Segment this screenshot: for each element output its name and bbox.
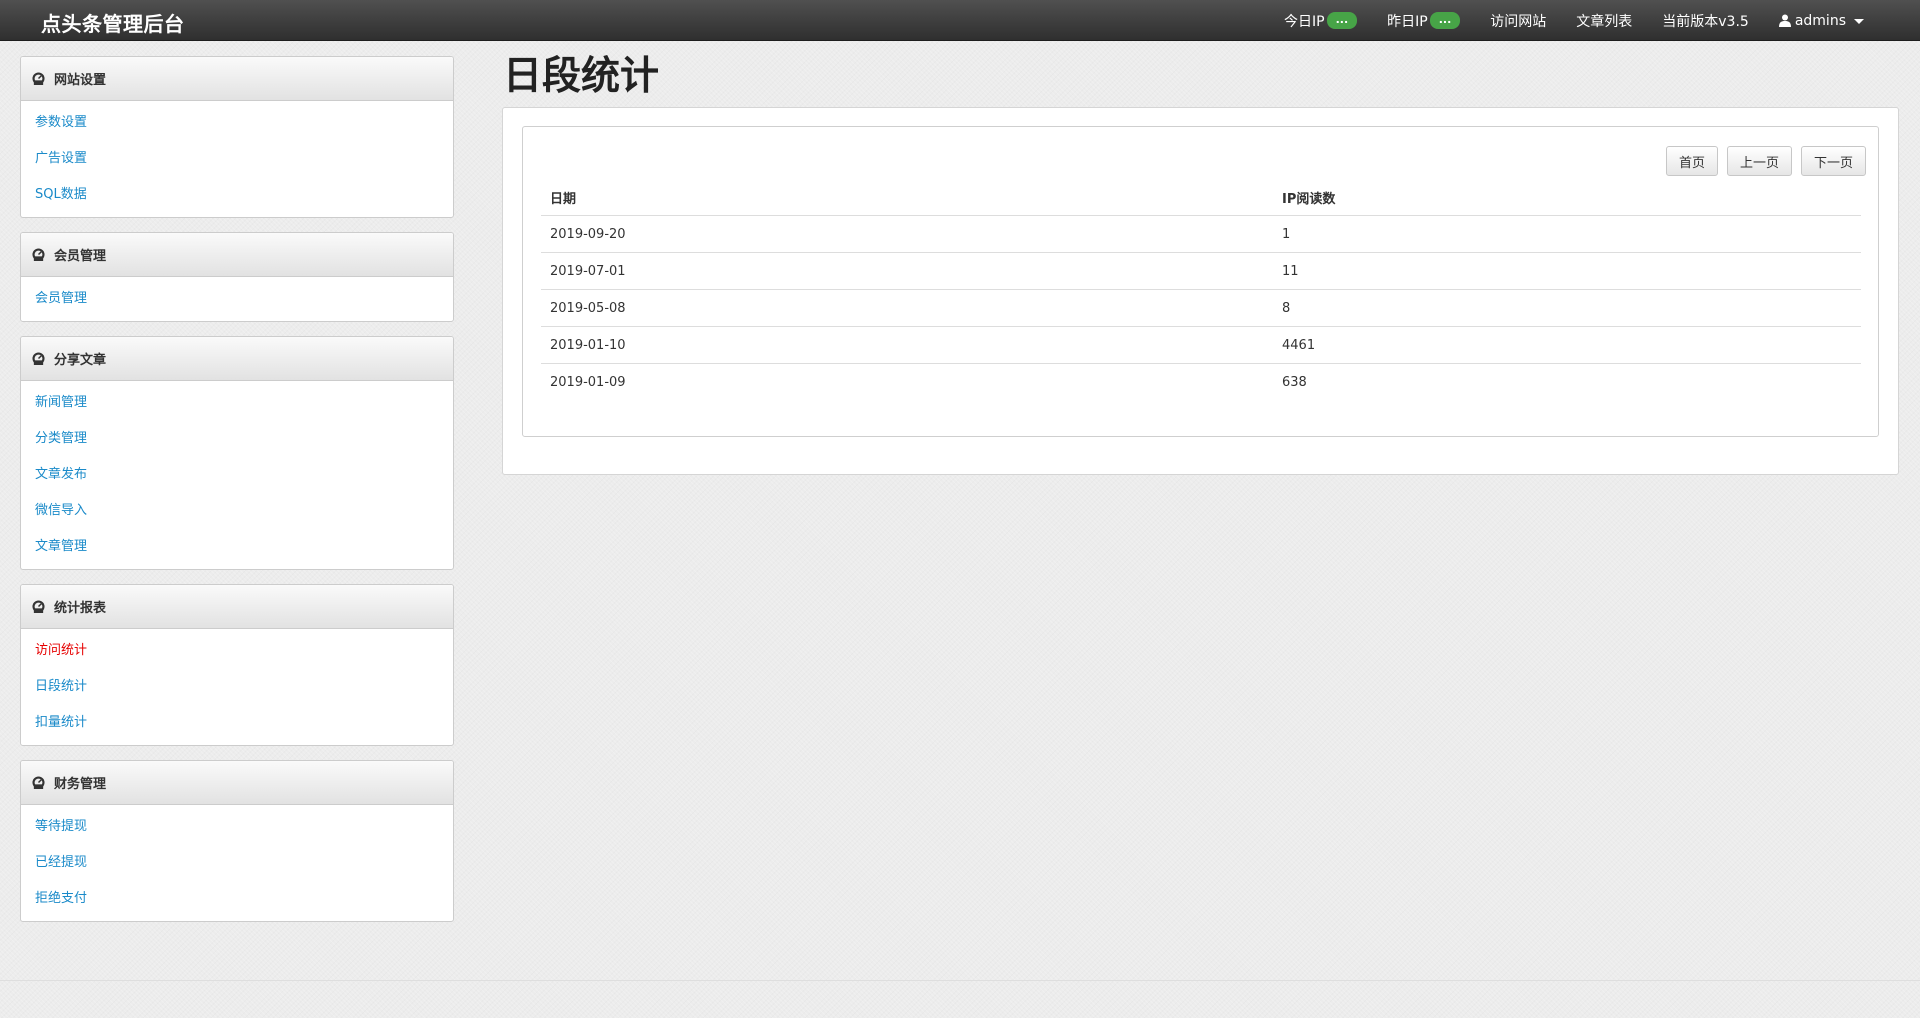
- sidebar-section-site-settings: 网站设置 参数设置 广告设置 SQL数据: [20, 56, 454, 218]
- sidebar-section-header[interactable]: 财务管理: [21, 761, 453, 805]
- cell-ip-reads: 638: [1282, 374, 1307, 390]
- table-row: 2019-01-09 638: [541, 364, 1861, 401]
- dashboard-icon: [32, 248, 45, 261]
- sidebar-item-visit-stats[interactable]: 访问统计: [21, 633, 453, 669]
- sidebar-item-news-management[interactable]: 新闻管理: [21, 385, 453, 421]
- sidebar-item-deduction-stats[interactable]: 扣量统计: [21, 705, 453, 741]
- stats-table: 日期 IP阅读数 2019-09-20 1 2019-07-01 11 2019…: [541, 179, 1861, 400]
- sidebar-section-items: 访问统计 日段统计 扣量统计: [21, 629, 453, 745]
- yesterday-ip-item[interactable]: 昨日IP ...: [1387, 11, 1461, 31]
- stats-table-panel: 首页 上一页 下一页 日期 IP阅读数 2019-09-20 1 2019-07…: [522, 126, 1879, 437]
- column-header-ip-reads: IP阅读数: [1273, 179, 1861, 216]
- dashboard-icon: [32, 776, 45, 789]
- cell-date: 2019-01-09: [550, 374, 626, 390]
- table-row: 2019-05-08 8: [541, 289, 1861, 327]
- dashboard-icon: [32, 600, 45, 613]
- sidebar-item-wechat-import[interactable]: 微信导入: [21, 493, 453, 529]
- sidebar-section-title: 统计报表: [54, 601, 107, 616]
- table-header-row: 日期 IP阅读数: [541, 179, 1861, 216]
- visit-site-link[interactable]: 访问网站: [1490, 11, 1546, 31]
- yesterday-ip-badge: ...: [1429, 12, 1461, 29]
- sidebar-item-member-management[interactable]: 会员管理: [21, 281, 453, 317]
- sidebar-section-share-articles: 分享文章 新闻管理 分类管理 文章发布 微信导入 文章管理: [20, 336, 454, 570]
- sidebar-item-publish-article[interactable]: 文章发布: [21, 457, 453, 493]
- user-icon: [1778, 14, 1791, 27]
- article-list-link[interactable]: 文章列表: [1576, 11, 1632, 31]
- brand-title[interactable]: 点头条管理后台: [41, 8, 185, 37]
- yesterday-ip-label: 昨日IP: [1387, 13, 1428, 30]
- prev-page-button[interactable]: 上一页: [1726, 146, 1792, 176]
- sidebar-section-header[interactable]: 统计报表: [21, 585, 453, 629]
- sidebar-section-reports: 统计报表 访问统计 日段统计 扣量统计: [20, 584, 454, 746]
- sidebar-section-header[interactable]: 网站设置: [21, 57, 453, 101]
- today-ip-item[interactable]: 今日IP ...: [1284, 11, 1358, 31]
- dashboard-icon: [32, 72, 45, 85]
- cell-ip-reads: 8: [1273, 289, 1861, 327]
- first-page-button[interactable]: 首页: [1665, 146, 1718, 176]
- cell-date: 2019-09-20: [541, 215, 1273, 253]
- top-navbar: 点头条管理后台 今日IP ... 昨日IP ... 访问网站 文章列表 当前版本…: [0, 0, 1920, 41]
- cell-ip-reads: 1: [1273, 215, 1861, 253]
- page-title: 日段统计: [503, 54, 660, 99]
- sidebar-item-article-management[interactable]: 文章管理: [21, 529, 453, 565]
- cell-date: 2019-01-10: [541, 326, 1273, 364]
- version-label[interactable]: 当前版本v3.5: [1662, 11, 1749, 31]
- sidebar-section-items: 参数设置 广告设置 SQL数据: [21, 101, 453, 217]
- sidebar-section-header[interactable]: 会员管理: [21, 233, 453, 277]
- cell-date: 2019-07-01: [541, 252, 1273, 290]
- sidebar-item-daily-stats[interactable]: 日段统计: [21, 669, 453, 705]
- sidebar-item-ad-settings[interactable]: 广告设置: [21, 141, 453, 177]
- sidebar-section-items: 等待提现 已经提现 拒绝支付: [21, 805, 453, 921]
- sidebar-item-completed-withdrawal[interactable]: 已经提现: [21, 845, 453, 881]
- chevron-down-icon: [1854, 18, 1864, 24]
- sidebar-section-member: 会员管理 会员管理: [20, 232, 454, 322]
- sidebar-item-sql-data[interactable]: SQL数据: [21, 177, 453, 213]
- cell-date: 2019-05-08: [541, 289, 1273, 327]
- user-name: admins: [1794, 12, 1846, 29]
- sidebar-item-category-management[interactable]: 分类管理: [21, 421, 453, 457]
- sidebar-section-header[interactable]: 分享文章: [21, 337, 453, 381]
- footer-divider: [0, 980, 1920, 981]
- user-menu[interactable]: admins: [1778, 12, 1864, 29]
- navbar-menu: 今日IP ... 昨日IP ... 访问网站 文章列表 当前版本v3.5 adm…: [1284, 0, 1864, 41]
- sidebar-section-items: 新闻管理 分类管理 文章发布 微信导入 文章管理: [21, 381, 453, 569]
- content-panel: 首页 上一页 下一页 日期 IP阅读数 2019-09-20 1 2019-07…: [502, 107, 1899, 475]
- table-row: 2019-09-20 1: [541, 215, 1861, 253]
- sidebar-item-param-settings[interactable]: 参数设置: [21, 105, 453, 141]
- today-ip-label: 今日IP: [1284, 13, 1325, 30]
- sidebar-section-items: 会员管理: [21, 277, 453, 321]
- dashboard-icon: [32, 352, 45, 365]
- sidebar-section-title: 网站设置: [54, 73, 107, 88]
- sidebar-section-title: 财务管理: [54, 777, 107, 792]
- today-ip-badge: ...: [1326, 12, 1358, 29]
- sidebar-item-rejected-payment[interactable]: 拒绝支付: [21, 881, 453, 917]
- sidebar-section-title: 会员管理: [54, 249, 107, 264]
- table-row: 2019-01-10 4461: [541, 326, 1861, 364]
- next-page-button[interactable]: 下一页: [1800, 146, 1866, 176]
- cell-ip-reads: 4461: [1273, 326, 1861, 364]
- table-row: 2019-07-01 11: [541, 252, 1861, 290]
- cell-ip-reads: 11: [1273, 252, 1861, 290]
- pagination: 首页 上一页 下一页: [1657, 146, 1866, 176]
- sidebar-item-pending-withdrawal[interactable]: 等待提现: [21, 809, 453, 845]
- column-header-date: 日期: [541, 179, 1273, 216]
- sidebar-section-title: 分享文章: [54, 353, 107, 368]
- sidebar: 网站设置 参数设置 广告设置 SQL数据 会员管理 会员管理 分享文章 新闻管理…: [20, 56, 454, 936]
- sidebar-section-finance: 财务管理 等待提现 已经提现 拒绝支付: [20, 760, 454, 922]
